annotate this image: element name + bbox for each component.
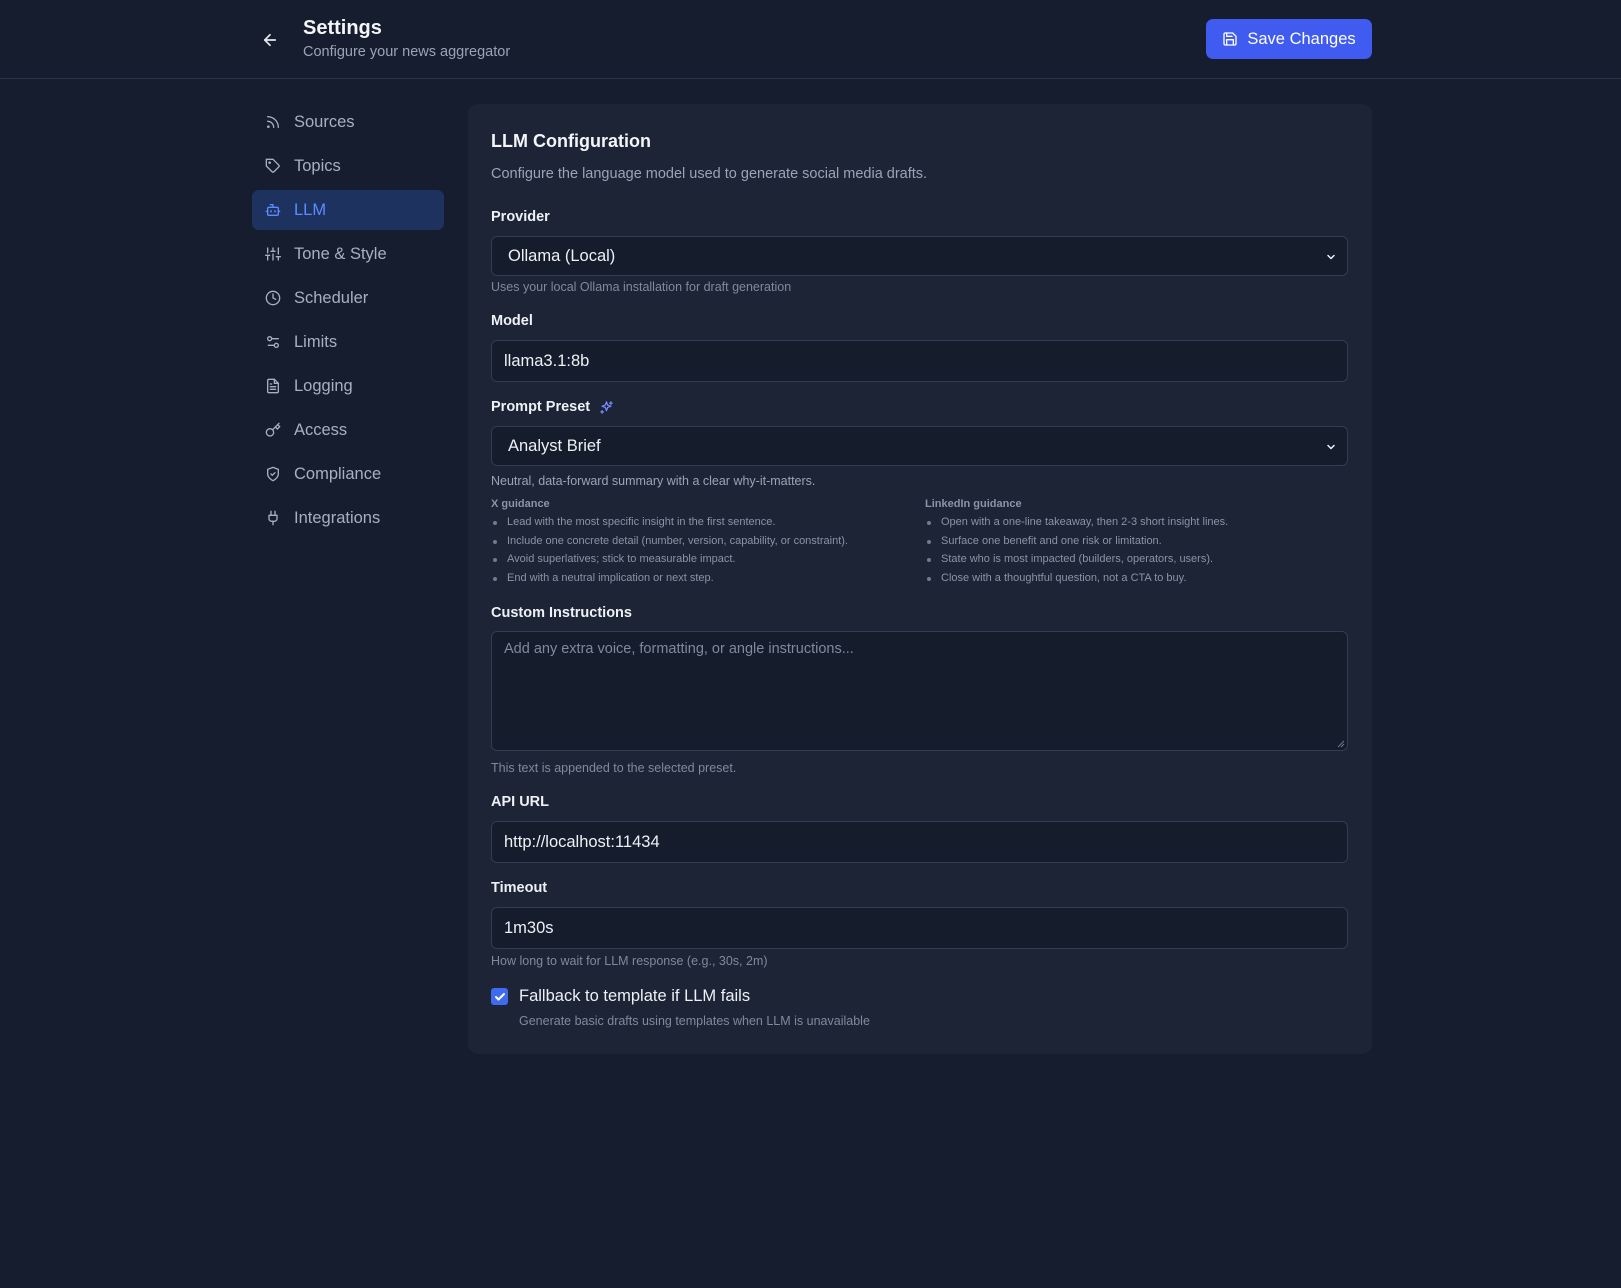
top-header: Settings Configure your news aggregator … (0, 0, 1621, 79)
sidebar-item-label: Tone & Style (294, 244, 387, 263)
provider-select[interactable]: Ollama (Local) (491, 236, 1348, 276)
provider-hint: Uses your local Ollama installation for … (491, 280, 792, 294)
back-button[interactable] (258, 28, 282, 52)
timeout-label: Timeout (491, 880, 548, 896)
sidebar-item-llm[interactable]: LLM (252, 190, 444, 230)
sidebar-item-label: Topics (294, 156, 341, 175)
fallback-checkbox[interactable] (491, 988, 508, 1005)
model-value: llama3.1:8b (504, 351, 590, 370)
api-url-input[interactable]: http://localhost:11434 (491, 821, 1348, 863)
key-icon (264, 421, 282, 439)
clock-icon (264, 289, 282, 307)
prompt-preset-select[interactable]: Analyst Brief (491, 426, 1348, 466)
api-url-label: API URL (491, 794, 549, 810)
sidebar-item-integrations[interactable]: Integrations (252, 498, 444, 538)
page-subtitle: Configure your news aggregator (303, 44, 511, 60)
sidebar-item-compliance[interactable]: Compliance (252, 454, 444, 494)
sidebar-item-label: Scheduler (294, 288, 369, 307)
chevron-down-icon (1327, 254, 1335, 260)
sidebar-item-label: Integrations (294, 508, 381, 527)
sidebar-item-logging[interactable]: Logging (252, 366, 444, 406)
file-text-icon (264, 377, 282, 395)
prompt-preset-label: Prompt Preset (491, 399, 591, 415)
section-title: LLM Configuration (491, 131, 651, 151)
custom-instructions-textarea[interactable]: Add any extra voice, formatting, or angl… (491, 631, 1348, 751)
sidebar-item-label: Access (294, 420, 348, 439)
provider-label: Provider (491, 209, 550, 225)
save-changes-button[interactable]: Save Changes (1206, 19, 1372, 59)
prompt-preset-value: Analyst Brief (508, 436, 601, 455)
shield-check-icon (264, 465, 282, 483)
llm-configuration-panel: LLM Configuration Configure the language… (468, 104, 1372, 1054)
page-title: Settings (303, 17, 382, 39)
linkedin-guidance: LinkedIn guidance Open with a one-line t… (925, 498, 1345, 588)
sidebar-item-label: LLM (294, 200, 327, 219)
list-item: Lead with the most specific insight in t… (491, 513, 911, 532)
arrow-left-icon (263, 33, 277, 47)
settings-toggle-icon (264, 333, 282, 351)
x-guidance: X guidance Lead with the most specific i… (491, 498, 911, 588)
bot-icon (264, 201, 282, 219)
sidebar-item-limits[interactable]: Limits (252, 322, 444, 362)
save-changes-label: Save Changes (1247, 29, 1356, 48)
model-input[interactable]: llama3.1:8b (491, 340, 1348, 382)
list-item: State who is most impacted (builders, op… (925, 550, 1345, 569)
api-url-value: http://localhost:11434 (504, 832, 660, 851)
sidebar-item-label: Compliance (294, 464, 382, 483)
timeout-hint: How long to wait for LLM response (e.g.,… (491, 954, 768, 968)
x-guidance-list: Lead with the most specific insight in t… (491, 513, 911, 588)
fallback-hint: Generate basic drafts using templates wh… (519, 1014, 870, 1028)
rss-icon (264, 113, 282, 131)
sidebar-item-label: Limits (294, 332, 338, 351)
list-item: Close with a thoughtful question, not a … (925, 569, 1345, 588)
list-item: Avoid superlatives; stick to measurable … (491, 550, 911, 569)
sidebar-item-sources[interactable]: Sources (252, 102, 444, 142)
sidebar-item-access[interactable]: Access (252, 410, 444, 450)
sparkles-icon (600, 400, 613, 414)
section-description: Configure the language model used to gen… (491, 166, 928, 182)
custom-instructions-label: Custom Instructions (491, 605, 632, 621)
timeout-value: 1m30s (504, 918, 554, 937)
linkedin-guidance-title: LinkedIn guidance (925, 498, 1022, 510)
provider-value: Ollama (Local) (508, 246, 616, 265)
x-guidance-title: X guidance (491, 498, 550, 510)
list-item: Surface one benefit and one risk or limi… (925, 532, 1345, 551)
resize-handle-icon[interactable] (1337, 740, 1345, 748)
tag-icon (264, 157, 282, 175)
prompt-preset-description: Neutral, data-forward summary with a cle… (491, 474, 816, 488)
custom-instructions-hint: This text is appended to the selected pr… (491, 761, 737, 775)
model-label: Model (491, 313, 533, 329)
sidebar-item-label: Sources (294, 112, 355, 131)
sliders-icon (264, 245, 282, 263)
settings-sidebar: Sources Topics LLM Tone & Style Schedule… (252, 102, 444, 542)
chevron-down-icon (1327, 444, 1335, 450)
list-item: Include one concrete detail (number, ver… (491, 532, 911, 551)
list-item: End with a neutral implication or next s… (491, 569, 911, 588)
custom-instructions-placeholder: Add any extra voice, formatting, or angl… (504, 641, 854, 657)
sidebar-item-scheduler[interactable]: Scheduler (252, 278, 444, 318)
sidebar-item-topics[interactable]: Topics (252, 146, 444, 186)
linkedin-guidance-list: Open with a one-line takeaway, then 2-3 … (925, 513, 1345, 588)
timeout-input[interactable]: 1m30s (491, 907, 1348, 949)
save-icon (1223, 32, 1238, 46)
check-icon (494, 992, 505, 1000)
plug-icon (264, 509, 282, 527)
fallback-label[interactable]: Fallback to template if LLM fails (519, 987, 750, 1006)
prompt-preset-label-row: Prompt Preset (491, 399, 614, 415)
sidebar-item-tone-style[interactable]: Tone & Style (252, 234, 444, 274)
list-item: Open with a one-line takeaway, then 2-3 … (925, 513, 1345, 532)
sidebar-item-label: Logging (294, 376, 353, 395)
